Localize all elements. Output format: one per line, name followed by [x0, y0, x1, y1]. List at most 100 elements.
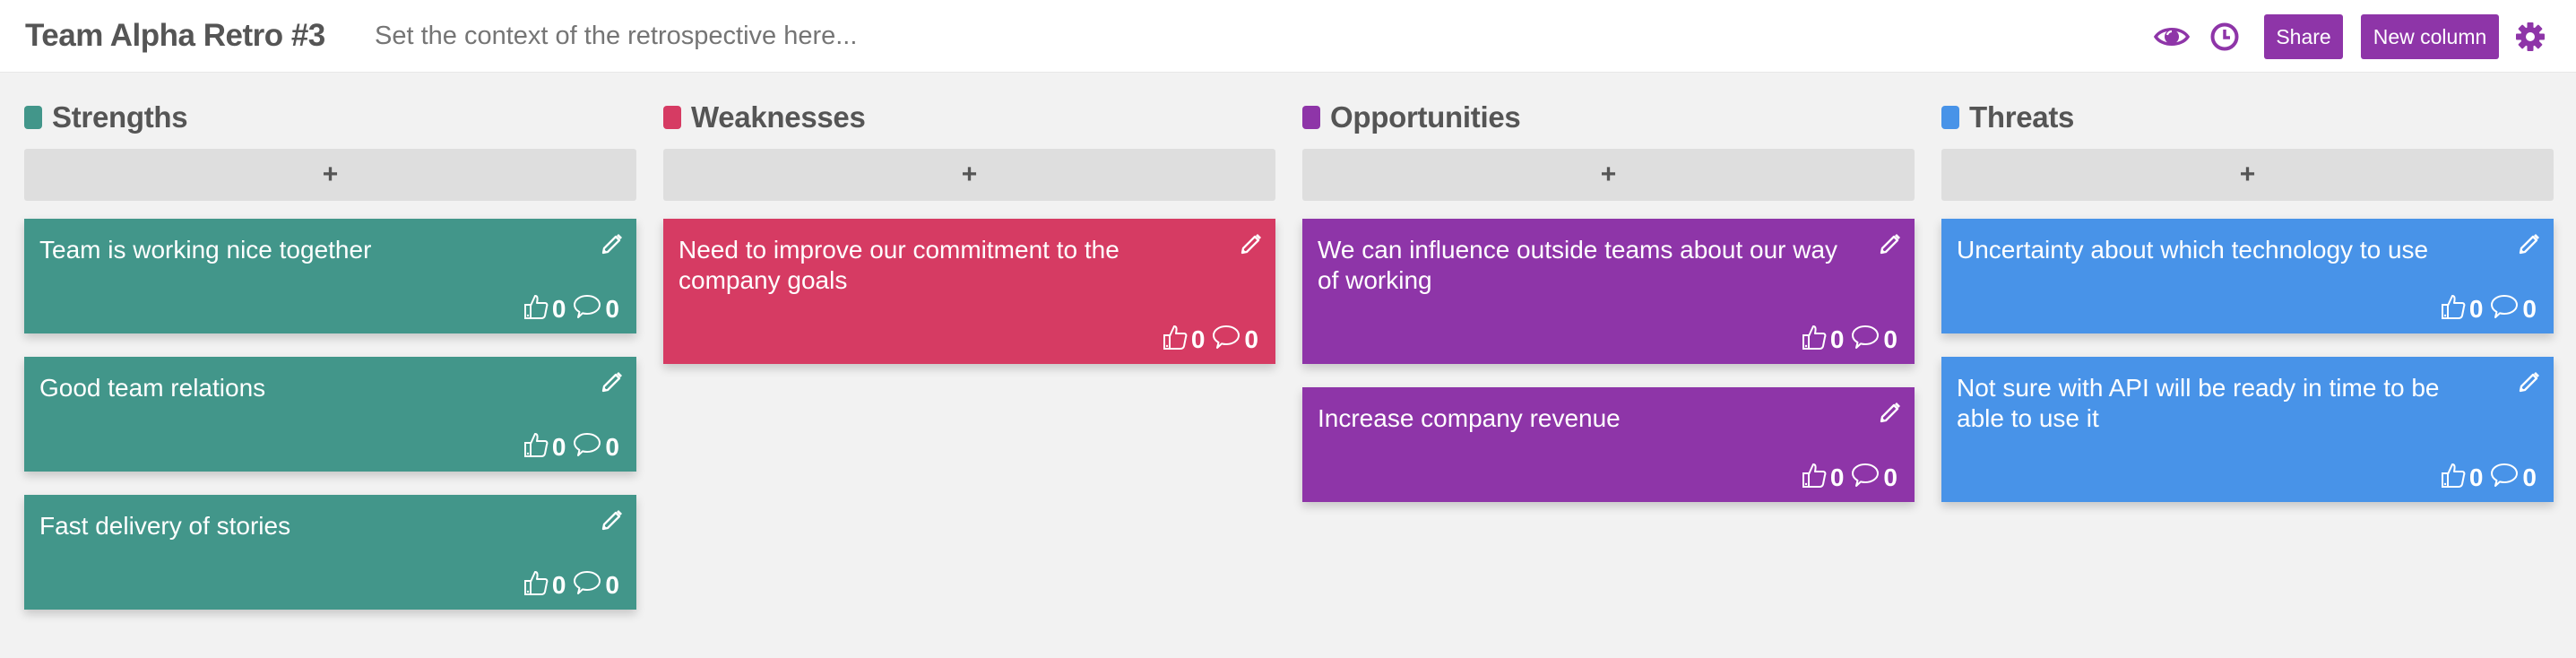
like-button[interactable]: 0: [1163, 324, 1211, 355]
pencil-icon[interactable]: [2518, 369, 2541, 393]
thumbs-up-icon: [2441, 293, 2466, 325]
comment-button[interactable]: 0: [1851, 462, 1903, 493]
comment-icon: [1212, 324, 1240, 355]
comment-count: 0: [1244, 325, 1258, 353]
card: We can influence outside teams about our…: [1302, 219, 1915, 364]
card-text: Need to improve our commitment to the co…: [679, 236, 1119, 294]
card-footer: 0 0: [1802, 324, 1903, 355]
like-button[interactable]: 0: [2441, 293, 2489, 325]
retrospective-context-input[interactable]: [375, 16, 1181, 56]
comment-button[interactable]: 0: [1212, 324, 1264, 355]
column-title[interactable]: Threats: [1969, 100, 2074, 134]
comment-count: 0: [1883, 325, 1897, 353]
pencil-icon[interactable]: [601, 507, 624, 531]
like-count: 0: [551, 294, 566, 323]
like-button[interactable]: 0: [1802, 462, 1850, 493]
column-header[interactable]: Threats: [1941, 100, 2074, 135]
thumbs-up-icon: [1802, 324, 1827, 355]
comment-button[interactable]: 0: [573, 569, 625, 601]
thumbs-up-icon: [523, 293, 549, 325]
card-text: Increase company revenue: [1318, 404, 1621, 432]
card-text: Uncertainty about which technology to us…: [1957, 236, 2429, 264]
comment-icon: [2490, 462, 2519, 493]
thumbs-up-icon: [1163, 324, 1188, 355]
add-card-button[interactable]: +: [663, 149, 1275, 201]
column-title[interactable]: Opportunities: [1330, 100, 1521, 134]
card: Increase company revenue 0 0: [1302, 387, 1915, 502]
column-header[interactable]: Weaknesses: [663, 100, 866, 135]
card-footer: 0 0: [2441, 462, 2542, 493]
like-count: 0: [2468, 294, 2484, 323]
pencil-icon[interactable]: [1879, 231, 1902, 255]
card-footer: 0 0: [1802, 462, 1903, 493]
card-list: Need to improve our commitment to the co…: [663, 219, 1275, 387]
like-button[interactable]: 0: [523, 293, 572, 325]
like-count: 0: [1829, 463, 1845, 491]
column-color-swatch[interactable]: [1941, 106, 1959, 129]
add-card-button[interactable]: +: [1302, 149, 1915, 201]
card-text: Good team relations: [39, 374, 266, 402]
add-card-button[interactable]: +: [24, 149, 636, 201]
add-card-button[interactable]: +: [1941, 149, 2554, 201]
column-title[interactable]: Weaknesses: [691, 100, 866, 134]
comment-button[interactable]: 0: [2490, 462, 2542, 493]
column-header[interactable]: Opportunities: [1302, 100, 1521, 135]
like-count: 0: [551, 570, 566, 599]
card: Fast delivery of stories 0 0: [24, 495, 636, 610]
comment-icon: [573, 569, 601, 601]
like-button[interactable]: 0: [1802, 324, 1850, 355]
comment-count: 0: [605, 570, 619, 599]
card: Good team relations 0 0: [24, 357, 636, 472]
column-header[interactable]: Strengths: [24, 100, 188, 135]
card-text: We can influence outside teams about our…: [1318, 236, 1838, 294]
card-footer: 0 0: [523, 569, 625, 601]
share-button[interactable]: Share: [2264, 14, 2343, 59]
card-footer: 0 0: [523, 431, 625, 463]
clock-icon[interactable]: [2207, 20, 2243, 54]
comment-count: 0: [605, 294, 619, 323]
comment-count: 0: [605, 432, 619, 461]
card-footer: 0 0: [2441, 293, 2542, 325]
thumbs-up-icon: [523, 569, 549, 601]
eye-icon[interactable]: [2154, 20, 2190, 54]
comment-button[interactable]: 0: [2490, 293, 2542, 325]
new-column-button[interactable]: New column: [2361, 14, 2499, 59]
card: Need to improve our commitment to the co…: [663, 219, 1275, 364]
card: Not sure with API will be ready in time …: [1941, 357, 2554, 502]
comment-button[interactable]: 0: [573, 293, 625, 325]
board-title[interactable]: Team Alpha Retro #3: [25, 18, 325, 54]
pencil-icon[interactable]: [601, 231, 624, 255]
pencil-icon[interactable]: [1879, 400, 1902, 423]
column-color-swatch[interactable]: [663, 106, 681, 129]
card-text: Fast delivery of stories: [39, 512, 291, 540]
like-button[interactable]: 0: [523, 569, 572, 601]
comment-count: 0: [1883, 463, 1897, 491]
top-bar: Team Alpha Retro #3 Share New column: [0, 0, 2576, 73]
column-title[interactable]: Strengths: [52, 100, 188, 134]
gear-icon[interactable]: [2512, 20, 2548, 54]
card-list: Uncertainty about which technology to us…: [1941, 219, 2554, 525]
pencil-icon[interactable]: [1240, 231, 1263, 255]
comment-icon: [573, 431, 601, 463]
card-text: Not sure with API will be ready in time …: [1957, 374, 2440, 432]
card-text: Team is working nice together: [39, 236, 372, 264]
card-list: Team is working nice together 0 0 Good t…: [24, 219, 636, 633]
like-button[interactable]: 0: [523, 431, 572, 463]
thumbs-up-icon: [523, 431, 549, 463]
card-list: We can influence outside teams about our…: [1302, 219, 1915, 525]
comment-button[interactable]: 0: [1851, 324, 1903, 355]
pencil-icon[interactable]: [2518, 231, 2541, 255]
column-color-swatch[interactable]: [1302, 106, 1320, 129]
like-count: 0: [2468, 463, 2484, 491]
thumbs-up-icon: [2441, 462, 2466, 493]
like-button[interactable]: 0: [2441, 462, 2489, 493]
column-color-swatch[interactable]: [24, 106, 42, 129]
pencil-icon[interactable]: [601, 369, 624, 393]
comment-count: 0: [2522, 294, 2537, 323]
comment-button[interactable]: 0: [573, 431, 625, 463]
card: Uncertainty about which technology to us…: [1941, 219, 2554, 333]
card-footer: 0 0: [1163, 324, 1264, 355]
comment-icon: [573, 293, 601, 325]
like-count: 0: [551, 432, 566, 461]
card: Team is working nice together 0 0: [24, 219, 636, 333]
